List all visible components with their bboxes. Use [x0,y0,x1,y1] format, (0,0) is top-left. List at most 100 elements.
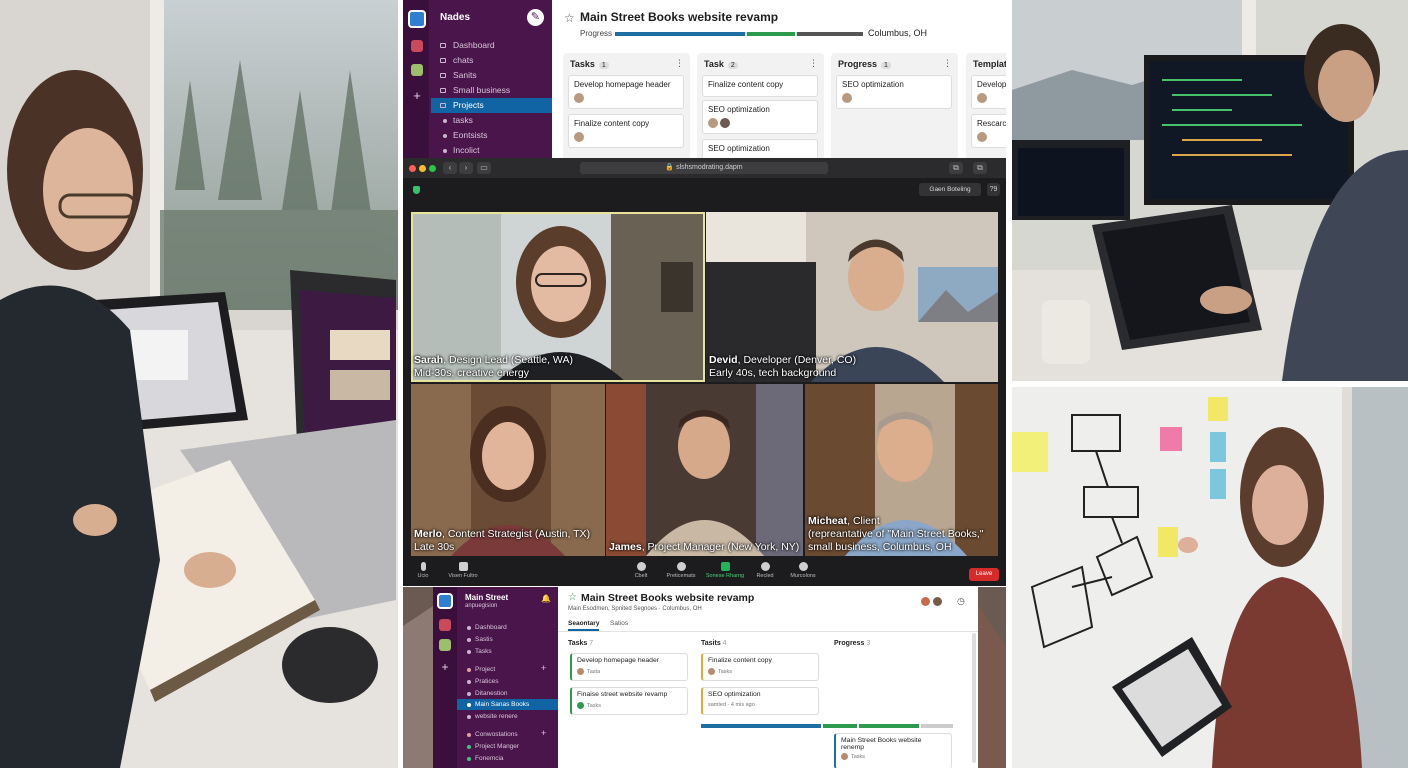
task-card[interactable]: Finalize content copy [702,75,818,97]
gallery-view-button[interactable]: Gaen Boteling [919,183,981,196]
sidebar-item-incolict[interactable]: Incolict [431,143,552,158]
column-count: 1 [881,62,891,69]
scrollbar[interactable] [972,633,976,763]
sidebar-item-small-business[interactable]: Small business [431,83,552,98]
leave-button[interactable]: Leave [969,568,999,581]
task-card[interactable]: SEO optimization [836,75,952,109]
sidebar-toggle-icon[interactable]: ▭ [477,162,491,174]
task-card[interactable]: Develop [971,75,1006,109]
record-icon [760,562,770,571]
tabs-icon[interactable]: ⧉ [973,162,987,174]
compose-icon[interactable]: ✎ [527,9,544,26]
tab-satios[interactable]: Satios [610,620,628,627]
share-icon[interactable]: ⧉ [949,162,963,174]
app-icon[interactable] [439,639,451,651]
workspace-name[interactable]: Nades [440,12,470,23]
sidebar-item-fonemcia[interactable]: Fonemcia [457,753,558,764]
task-card[interactable]: SEO optimization samted · 4 mis ago [701,687,819,715]
workspace-switcher-icon[interactable] [408,10,426,28]
help-button[interactable]: ?9 [987,183,1000,196]
column-menu-icon[interactable]: ⋮ [675,58,684,69]
sidebar-item-main-sanas-books[interactable]: Main Sanas Books [457,699,558,710]
sidebar-item-ditanestion[interactable]: Ditanestion [457,688,558,699]
participant-tile-merlo[interactable]: Merlo, Content Strategist (Austin, TX) La… [411,384,605,556]
back-icon[interactable]: ‹ [443,162,457,174]
forward-icon[interactable]: › [459,162,473,174]
share-screen-icon [720,562,730,571]
add-workspace-icon[interactable]: + [439,661,451,673]
check-icon [577,702,584,709]
kanban-column-templates: Templat Develop Rescarc [966,53,1006,158]
participant-tile-devid[interactable]: Devid, Developer (Denver, CO) Early 40s, … [706,212,998,382]
sidebar-item-website-renere[interactable]: website renere [457,711,558,722]
task-card[interactable]: Finalize content copy Tasks [701,653,819,681]
kanban-column-progress: Progress 1 ⋮ SEO optimization [831,53,958,158]
task-card[interactable]: SEO optimization [702,139,818,158]
task-card[interactable]: Develop homepage header [568,75,684,109]
task-card[interactable]: Finalize content copy [568,114,684,148]
sidebar-item-eontsists[interactable]: Eontsists [431,128,552,143]
sidebar-item-dashboard[interactable]: Dashboard [457,622,558,633]
maximize-window-icon[interactable] [429,165,436,172]
status-dot-icon [467,745,471,749]
minimize-window-icon[interactable] [419,165,426,172]
column-menu-icon[interactable]: ⋮ [943,58,952,69]
add-conversation-icon[interactable]: + [541,728,546,738]
workspace-name[interactable]: Main Street [465,593,508,602]
participant-tile-sarah[interactable]: Sarah, Design Lead (Seattle, WA) Mid-30s,… [411,212,705,382]
add-workspace-icon[interactable]: + [411,89,423,102]
sidebar-item-tasks[interactable]: Tasks [457,646,558,657]
security-shield-icon[interactable] [413,186,420,194]
bell-icon[interactable]: 🔔 [541,594,551,603]
tab-seaontary[interactable]: Seaontary [568,620,600,631]
whiteboard-photo [1012,387,1408,768]
sidebar-item-project-manger[interactable]: Project Manger [457,741,558,752]
microphone-icon [420,562,426,571]
workspace-switcher-icon[interactable] [437,593,453,609]
participant-video [606,384,803,556]
app-icon[interactable] [411,64,423,76]
task-card[interactable]: Develop homepage header Tasta [570,653,688,681]
photo-developer-workspace [1012,0,1408,381]
video-button[interactable]: Visen Fultro [443,562,483,579]
clock-icon[interactable]: ◷ [957,596,965,607]
sidebar-item-chats[interactable]: chats [431,53,552,68]
audio-button[interactable]: Ucio [403,562,443,579]
add-project-icon[interactable]: + [541,663,546,673]
reactions-icon [798,562,808,571]
sidebar-item-tasks[interactable]: tasks [431,113,552,128]
hash-icon [467,680,471,684]
top-workspace-rail: + [403,0,429,158]
column-header-tasks: Tasks 7 [568,640,594,647]
close-window-icon[interactable] [409,165,416,172]
participants-button[interactable]: Preticemats [661,562,701,579]
notifications-icon[interactable] [411,40,423,52]
record-button[interactable]: Recled [745,562,785,579]
sidebar-item-projects[interactable]: Projects [431,98,552,113]
task-card[interactable]: Rescarc [971,114,1006,148]
task-card[interactable]: Main Street Books website renemp Tasks [834,733,952,768]
star-icon[interactable]: ☆ [564,11,575,25]
sidebar-item-sanits[interactable]: Sanits [431,68,552,83]
avatar [720,118,730,128]
avatar [577,668,584,675]
reactions-button[interactable]: Murcolons [783,562,823,579]
column-title: Task [704,59,724,69]
camera-icon [458,562,468,571]
sidebar-item-pratices[interactable]: Pratices [457,676,558,687]
sidebar-item-sastis[interactable]: Sastis [457,634,558,645]
address-bar[interactable]: 🔒 slshsmodrating.dapm [580,162,828,174]
column-menu-icon[interactable]: ⋮ [809,58,818,69]
sidebar-item-dashboard[interactable]: Dashboard [431,38,552,53]
task-card[interactable]: SEO optimization [702,100,818,134]
share-screen-button[interactable]: Sonese Rharng [705,562,745,579]
participant-tile-james[interactable]: James, Project Manager (New York, NY) [606,384,803,556]
participant-caption: James, Project Manager (New York, NY) [609,541,800,553]
task-card[interactable]: Finaise street website revamp Tasks [570,687,688,715]
participant-tile-micheat[interactable]: Micheat, Client (repreantative of "Main S… [805,384,998,556]
notifications-icon[interactable] [439,619,451,631]
security-button[interactable]: Cbelt [621,562,661,579]
column-header-progress: Progress 3 [834,640,871,647]
panel-gutter [398,0,403,768]
star-icon[interactable]: ☆ [568,592,577,603]
